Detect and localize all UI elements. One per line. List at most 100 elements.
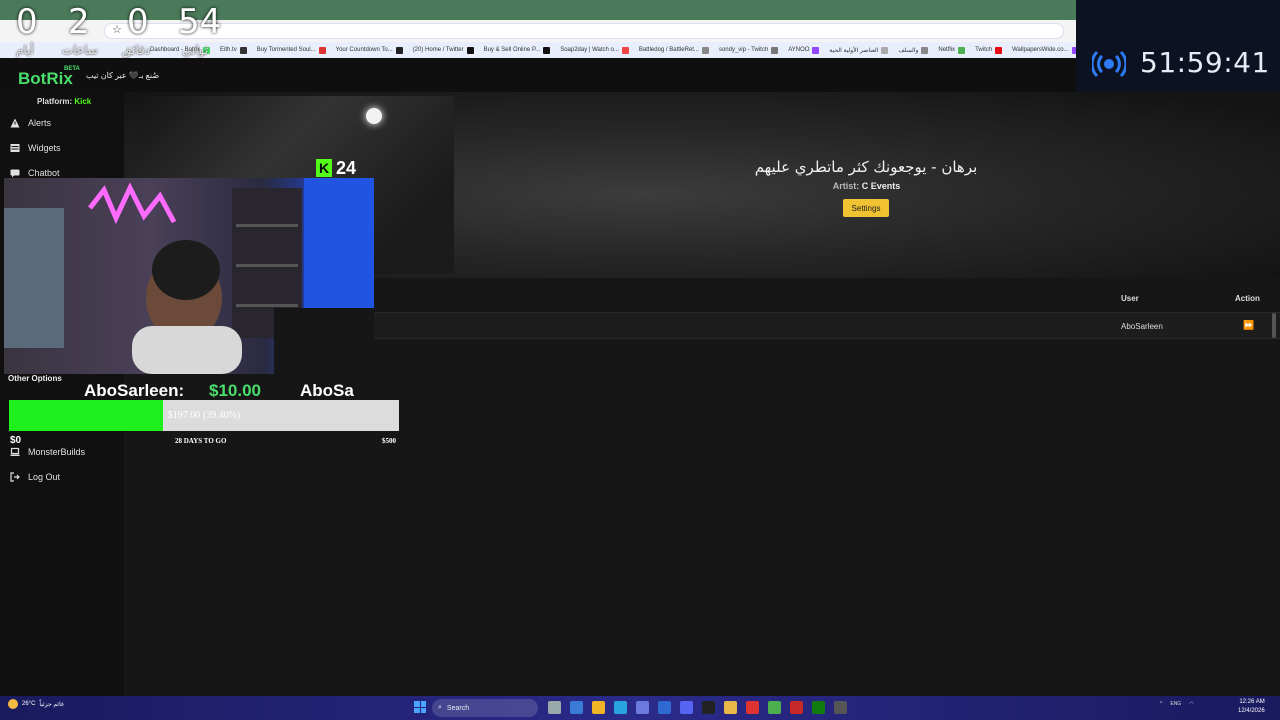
donation-amount: $10.00 — [209, 381, 261, 400]
edge-browser-icon[interactable] — [614, 701, 627, 714]
widgets-icon — [10, 144, 20, 152]
taskbar-search[interactable]: ⌕ Search — [432, 699, 538, 717]
bookmark-label: sondy_vip - Twitch — [718, 47, 769, 53]
bookmark-label: Soap2day | Watch o... — [560, 47, 619, 53]
bookmark-label: Eith.tv — [220, 47, 237, 53]
kick-viewer-badge: K 24 — [316, 157, 364, 179]
weather-widget[interactable]: 26°C غائم جزئياً — [8, 699, 64, 709]
sidebar-item-alerts[interactable]: Alerts — [10, 118, 51, 128]
weather-condition: غائم جزئياً — [39, 701, 65, 708]
app-header: BotRix BETA صُنع بـ🖤 عبر كان تيب — [0, 58, 1076, 92]
outlook-icon[interactable] — [658, 701, 671, 714]
bookmark-favicon-icon — [812, 46, 820, 54]
countdown-seconds: 54 — [178, 2, 222, 42]
countdown-days-label: أيام — [16, 43, 34, 57]
bookmark-item[interactable]: والسلف — [898, 46, 929, 54]
scrollbar[interactable] — [1272, 313, 1276, 338]
bookmark-item[interactable]: Netflix — [938, 46, 966, 54]
windows-start-icon[interactable] — [414, 701, 426, 713]
broadcast-icon — [1092, 50, 1126, 78]
sidebar-item-monsterbuilds[interactable]: MonsterBuilds — [10, 447, 85, 457]
row-user: AboSarleen — [1121, 322, 1163, 331]
edge-icon[interactable] — [570, 701, 583, 714]
bookmark-favicon-icon — [318, 46, 326, 54]
bookmark-item[interactable]: Your Countdown To... — [335, 46, 403, 54]
skip-forward-icon[interactable]: ⏩ — [1243, 321, 1254, 331]
botrix-logo[interactable]: BotRix — [18, 69, 73, 89]
file-explorer-icon[interactable] — [592, 701, 605, 714]
search-label: Search — [446, 704, 470, 712]
warning-icon — [10, 118, 20, 128]
bookmark-label: Your Countdown To... — [335, 47, 393, 53]
donation-goal-bar: $197.00 (39.40%) — [9, 400, 399, 431]
other-options-heading: Other Options — [8, 374, 62, 383]
bookmark-favicon-icon — [543, 46, 551, 54]
bookmark-favicon-icon — [395, 46, 403, 54]
taskbar-clock[interactable]: 12:26 AM 12/4/2026 — [1238, 698, 1265, 716]
sidebar-item-logout[interactable]: Log Out — [10, 472, 60, 482]
weather-temp: 26°C — [22, 701, 36, 707]
chevron-up-icon[interactable]: ^ — [1160, 701, 1162, 707]
laptop-icon — [10, 447, 20, 456]
bookmark-favicon-icon — [881, 46, 889, 54]
pinned-apps — [548, 701, 847, 714]
language-indicator[interactable]: ENG — [1170, 701, 1181, 707]
chrome-icon[interactable] — [724, 701, 737, 714]
weather-icon — [8, 699, 18, 709]
bookmark-item[interactable]: Buy & Sell Online P... — [483, 46, 551, 54]
bookmark-label: العناصر الأولية الحية — [829, 47, 879, 54]
countdown-hours-label: ساعات — [62, 43, 98, 57]
bookmark-item[interactable]: Eith.tv — [220, 46, 247, 54]
bookmark-item[interactable]: Buy Tormented Soul... — [257, 46, 326, 54]
countdown-days: 0 — [16, 2, 38, 42]
sidebar-item-chatbot[interactable]: Chatbot — [10, 168, 60, 178]
browser-tab-strip — [0, 0, 1076, 20]
bookmark-label: Battledog / BattleRet... — [638, 47, 699, 53]
bookmark-favicon-icon — [701, 46, 709, 54]
countdown-minutes-label: دقائق — [122, 43, 151, 57]
platform-indicator: Platform: Kick — [37, 97, 91, 106]
bookmark-label: (20) Home / Twitter — [412, 47, 464, 53]
bookmark-favicon-icon — [466, 46, 474, 54]
bookmark-item[interactable]: (20) Home / Twitter — [412, 46, 474, 54]
goal-days-left: 28 DAYS TO GO — [175, 437, 227, 445]
bookmark-label: Twitch — [975, 47, 993, 53]
bookmark-item[interactable]: Twitch — [975, 46, 1003, 54]
system-tray: ^ ENG ◠ — [1160, 701, 1194, 707]
settings-button[interactable]: Settings — [843, 199, 889, 217]
platform-label: Platform: — [37, 97, 73, 106]
bookmarks-bar: Dashboard - Botrix Eith.tv Buy Tormented S… — [0, 42, 1076, 58]
video-app-icon[interactable] — [790, 701, 803, 714]
url-field[interactable] — [104, 23, 1064, 39]
bookmark-star-icon[interactable]: ☆ — [112, 23, 122, 36]
timer-value: 51:59:41 — [1140, 46, 1270, 79]
sidebar-item-widgets[interactable]: Widgets — [10, 143, 61, 153]
bookmark-item[interactable]: WallpapersWide.co... — [1012, 46, 1076, 54]
countdown-seconds-label: ثواني — [182, 43, 209, 57]
store-icon[interactable] — [636, 701, 649, 714]
discord-icon[interactable] — [680, 701, 693, 714]
bookmark-label: Buy & Sell Online P... — [483, 47, 541, 53]
bookmark-label: WallpapersWide.co... — [1012, 47, 1069, 53]
xbox-icon[interactable] — [812, 701, 825, 714]
obs-icon[interactable] — [746, 701, 759, 714]
beta-badge: BETA — [64, 66, 80, 72]
bookmark-item[interactable]: AYNOO — [788, 46, 820, 54]
task-view-icon[interactable] — [548, 701, 561, 714]
song-title: برهان - يوجعونك كثر ماتطري عليهم — [754, 158, 978, 176]
sidebar-item-label: Widgets — [28, 143, 61, 153]
steam-icon[interactable] — [702, 701, 715, 714]
search-icon: ⌕ — [438, 704, 442, 711]
app-icon[interactable] — [768, 701, 781, 714]
goal-min: $0 — [10, 435, 22, 446]
bookmark-item[interactable]: Battledog / BattleRet... — [638, 46, 709, 54]
bookmark-item[interactable]: Soap2day | Watch o... — [560, 46, 629, 54]
bookmark-item[interactable]: العناصر الأولية الحية — [829, 46, 889, 54]
song-artist: Artist: C Events — [832, 181, 901, 191]
bookmark-item[interactable]: sondy_vip - Twitch — [718, 46, 779, 54]
chat-icon — [10, 169, 20, 178]
browser-address-bar: ☆ — [0, 20, 1076, 42]
logout-icon — [10, 472, 20, 482]
settings-gear-icon[interactable] — [834, 701, 847, 714]
wifi-icon[interactable]: ◠ — [1189, 701, 1193, 707]
